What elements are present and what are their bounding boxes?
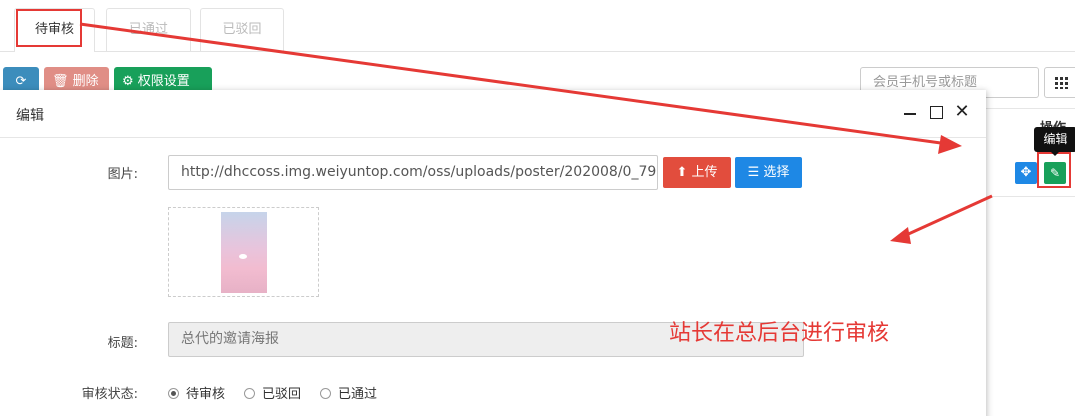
radio-rejected[interactable] (244, 388, 255, 399)
list-icon: ☰ (747, 165, 760, 180)
annotation-box-edit (1037, 152, 1071, 188)
close-icon[interactable]: ✕ (952, 102, 972, 122)
radio-pending[interactable] (168, 388, 179, 399)
tooltip-caret (1050, 151, 1060, 156)
refresh-icon: ⟳ (15, 74, 27, 89)
modal-title: 编辑 (16, 108, 44, 124)
maximize-icon[interactable] (926, 102, 946, 122)
title-label: 标题: (107, 336, 138, 351)
image-url-input[interactable]: http://dhccoss.img.weiyuntop.com/oss/upl… (168, 155, 658, 190)
status-option-rejected[interactable]: 已驳回 (244, 383, 301, 402)
status-option-approved[interactable]: 已通过 (320, 383, 377, 402)
radio-approved[interactable] (320, 388, 331, 399)
table-top-border (986, 108, 1075, 109)
gears-icon: ⚙ (122, 74, 134, 89)
tab-approved[interactable]: 已通过 (106, 8, 191, 51)
move-button[interactable]: ✥ (1015, 162, 1037, 184)
trash-icon: 🗑 (52, 74, 69, 89)
poster-thumbnail[interactable] (221, 212, 267, 293)
tab-rejected[interactable]: 已驳回 (200, 8, 284, 51)
edit-tooltip: 编辑 (1034, 127, 1075, 152)
annotation-box-tab (16, 9, 82, 47)
table-row-border (986, 196, 1075, 197)
upload-icon: ⬆ (676, 165, 688, 180)
image-label: 图片: (107, 167, 138, 182)
minimize-icon[interactable] (900, 102, 920, 122)
status-option-pending[interactable]: 待审核 (168, 383, 225, 402)
status-label: 审核状态: (81, 387, 138, 402)
grid-icon (1055, 77, 1068, 89)
image-preview-box (168, 207, 319, 297)
modal-header: 编辑 ✕ (0, 90, 986, 138)
arrows-icon: ✥ (1020, 165, 1032, 180)
edit-modal: 编辑 ✕ 图片: http://dhccoss.img.weiyuntop.co… (0, 90, 986, 416)
upload-button[interactable]: ⬆ 上传 (663, 157, 731, 188)
columns-button[interactable] (1044, 67, 1075, 98)
tab-bar: 待审核 已通过 已驳回 (0, 0, 1075, 52)
select-button[interactable]: ☰ 选择 (735, 157, 802, 188)
annotation-note: 站长在总后台进行审核 (669, 321, 890, 346)
